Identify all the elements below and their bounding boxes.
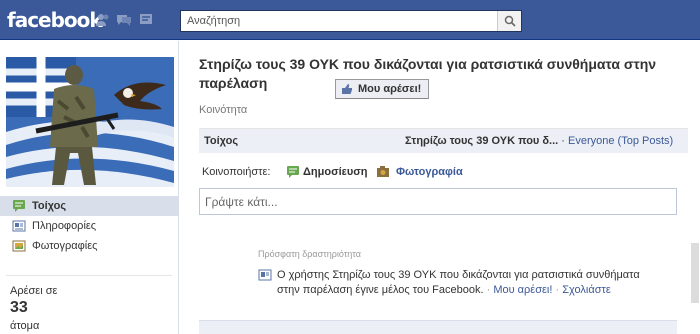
tab-wall[interactable]: Τοίχος xyxy=(204,135,238,147)
story-separator: · xyxy=(555,284,560,296)
wall-filter: Στηρίζω τους 39 ΟΥΚ που δ... · Everyone … xyxy=(405,135,673,147)
like-button[interactable]: Μου αρέσει! xyxy=(335,79,429,99)
scrollbar-thumb[interactable] xyxy=(691,243,699,303)
search-box xyxy=(180,10,522,32)
photos-icon xyxy=(12,240,26,252)
composer xyxy=(199,188,677,215)
share-label: Κοινοποιήστε: xyxy=(202,166,271,178)
recent-activity-story: Ο χρήστης Στηρίζω τους 39 ΟΥΚ που δικάζο… xyxy=(277,268,662,298)
column-divider xyxy=(178,41,179,334)
likes-label: Αρέσει σε xyxy=(10,285,58,297)
member-icon xyxy=(258,269,272,281)
sidebar-item-info[interactable]: Πληροφορίες xyxy=(0,216,178,236)
status-icon xyxy=(287,166,299,178)
like-button-label: Μου αρέσει! xyxy=(358,83,422,95)
sidebar-item-label: Τοίχος xyxy=(32,200,67,212)
likes-unit: άτομα xyxy=(10,320,40,332)
search-input[interactable] xyxy=(181,11,497,31)
story-like-link[interactable]: Μου αρέσει! xyxy=(493,284,552,296)
share-status-label: Δημοσίευση xyxy=(303,166,368,178)
share-photo-button[interactable]: Φωτογραφία xyxy=(376,164,463,180)
likes-count[interactable]: 33 xyxy=(10,299,28,317)
sidebar-item-photos[interactable]: Φωτογραφίες xyxy=(0,236,178,256)
filter-everyone-link[interactable]: Everyone (Top Posts) xyxy=(568,135,673,147)
share-photo-label: Φωτογραφία xyxy=(396,166,463,178)
story-comment-link[interactable]: Σχολιάστε xyxy=(562,284,611,296)
page-title: Στηρίζω τους 39 ΟΥΚ που δικάζονται για ρ… xyxy=(199,56,657,91)
next-story-panel xyxy=(199,320,677,334)
filter-page[interactable]: Στηρίζω τους 39 ΟΥΚ που δ... xyxy=(405,135,558,147)
story-separator: · xyxy=(486,284,491,296)
friend-requests-icon[interactable] xyxy=(95,12,111,28)
recent-activity-label: Πρόσφατη δραστηριότητα xyxy=(258,249,361,259)
top-bar: facebook xyxy=(0,0,700,40)
divider xyxy=(6,275,172,276)
search-button[interactable] xyxy=(497,11,521,31)
camera-icon xyxy=(377,166,389,177)
wall-tab-bar: Τοίχος Στηρίζω τους 39 ΟΥΚ που δ... · Ev… xyxy=(199,128,700,153)
wall-icon xyxy=(13,200,25,212)
status-input[interactable] xyxy=(200,189,676,214)
filter-separator: · xyxy=(561,135,565,147)
sidebar-nav: Τοίχος Πληροφορίες Φωτογραφίες xyxy=(0,196,178,256)
sidebar-item-label: Φωτογραφίες xyxy=(32,240,98,252)
facebook-logo[interactable]: facebook xyxy=(7,8,103,32)
messages-icon[interactable] xyxy=(116,12,132,28)
thumbs-up-icon xyxy=(342,84,352,94)
profile-picture[interactable] xyxy=(6,57,174,187)
sidebar-item-label: Πληροφορίες xyxy=(32,220,97,232)
info-icon xyxy=(12,220,26,232)
search-icon xyxy=(504,15,516,27)
share-status-button[interactable]: Δημοσίευση xyxy=(286,164,368,180)
sidebar-item-wall[interactable]: Τοίχος xyxy=(0,196,178,216)
notifications-icon[interactable] xyxy=(138,12,154,28)
page-category: Κοινότητα xyxy=(199,104,248,116)
